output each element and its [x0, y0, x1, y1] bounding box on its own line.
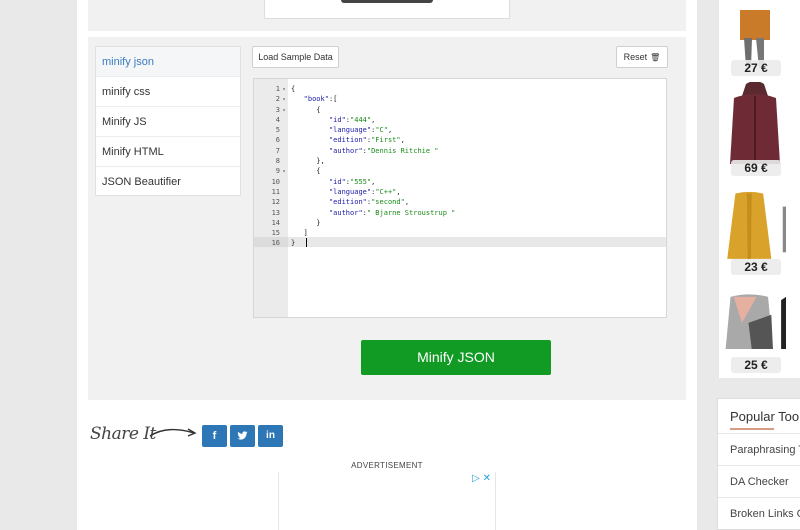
code-text: }: [291, 218, 321, 227]
top-ad-button[interactable]: [341, 0, 433, 3]
popular-tool-paraphrasing[interactable]: Paraphrasing Tool: [718, 433, 800, 465]
code-line: 7 "author":"Dennis Ritchie ": [254, 146, 439, 156]
menu-item-minify-css[interactable]: minify css: [96, 77, 240, 107]
editor-code: 1 ▾{2 ▾ "book":[3 ▾ {4 "id":"444", 5 "langua…: [254, 84, 456, 249]
popular-tools-title: Popular Tools: [730, 409, 800, 424]
facebook-share-button[interactable]: f: [202, 425, 227, 447]
code-text: "author":" Bjarne Stroustrup ": [328, 208, 456, 217]
advertisement-label: ADVERTISEMENT: [351, 461, 423, 470]
json-editor[interactable]: 1 ▾{2 ▾ "book":[3 ▾ {4 "id":"444", 5 "langua…: [253, 78, 667, 318]
product-price: 27 €: [731, 60, 781, 76]
code-line: 5 "language":"C",: [254, 125, 392, 135]
trash-icon: 🗑: [650, 53, 661, 62]
active-line-highlight: [254, 237, 666, 247]
product-image-jacket-brown[interactable]: [724, 0, 786, 90]
popular-tool-broken-links[interactable]: Broken Links Checker: [718, 497, 800, 529]
line-number: 9: [275, 167, 280, 176]
code-text: }: [291, 239, 296, 248]
code-text: ]: [291, 229, 308, 238]
code-line: 16}: [254, 238, 296, 248]
line-number: 16: [271, 239, 280, 248]
line-number: 5: [275, 126, 280, 135]
tool-menu: minify json minify css Minify JS Minify …: [95, 46, 241, 196]
adchoices-icon[interactable]: ▷ ✕: [472, 473, 491, 484]
menu-item-minify-js[interactable]: Minify JS: [96, 107, 240, 137]
minify-json-label: Minify JSON: [417, 349, 495, 365]
menu-item-minify-html[interactable]: Minify HTML: [96, 137, 240, 167]
code-text: {: [291, 167, 321, 176]
code-line: 10 "id":"555",: [254, 177, 376, 187]
code-line: 13 "author":" Bjarne Stroustrup ": [254, 208, 456, 218]
code-line: 12 "edition":"second",: [254, 197, 409, 207]
line-number: 13: [271, 208, 280, 217]
reset-button[interactable]: Reset 🗑: [616, 46, 668, 68]
code-line: 4 "id":"444",: [254, 115, 376, 125]
code-text: "language":"C++",: [328, 187, 401, 196]
text-cursor: [306, 238, 307, 247]
line-number: 4: [275, 115, 280, 124]
facebook-icon: f: [212, 430, 217, 442]
linkedin-icon: in: [266, 430, 275, 441]
code-text: "id":"555",: [328, 177, 376, 186]
product-price: 23 €: [731, 259, 781, 275]
code-line: 14 }: [254, 218, 321, 228]
line-number: 7: [275, 146, 280, 155]
line-number: 2: [275, 95, 280, 104]
code-line: 6 "edition":"First",: [254, 135, 405, 145]
line-number: 12: [271, 198, 280, 207]
code-line: 2 ▾ "book":[: [254, 94, 338, 104]
linkedin-share-button[interactable]: in: [258, 425, 283, 447]
twitter-icon: [237, 431, 248, 440]
code-text: },: [291, 157, 325, 166]
code-text: "author":"Dennis Ritchie ": [328, 146, 439, 155]
code-text: "language":"C",: [328, 126, 393, 135]
line-number: 8: [275, 157, 280, 166]
code-line: 15 ]: [254, 228, 308, 238]
minify-json-button[interactable]: Minify JSON: [361, 340, 551, 375]
share-arrow-icon: [149, 428, 197, 437]
menu-item-minify-json[interactable]: minify json: [96, 47, 240, 77]
code-text: {: [291, 85, 296, 93]
code-line: 8 },: [254, 156, 325, 166]
share-it-label: Share It: [90, 424, 156, 444]
load-sample-data-button[interactable]: Load Sample Data: [252, 46, 339, 68]
code-text: "id":"444",: [328, 115, 376, 124]
code-text: "book":[: [303, 95, 338, 104]
line-number: 14: [271, 218, 280, 227]
line-number: 3: [275, 105, 280, 114]
popular-tools-panel: Popular Tools Paraphrasing Tool DA Check…: [717, 398, 800, 530]
product-price: 25 €: [731, 357, 781, 373]
code-line: 1 ▾{: [254, 84, 295, 94]
reset-label: Reset: [623, 52, 648, 62]
code-line: 11 "language":"C++",: [254, 187, 401, 197]
code-text: "edition":"First",: [328, 136, 405, 145]
popular-tools-underline: [730, 428, 774, 430]
line-number: 1: [275, 85, 280, 93]
product-price: 69 €: [731, 160, 781, 176]
product-image-parka-burgundy[interactable]: [724, 82, 786, 172]
advertisement-frame[interactable]: ▷ ✕: [278, 472, 496, 530]
menu-item-json-beautifier[interactable]: JSON Beautifier: [96, 167, 240, 197]
load-sample-data-label: Load Sample Data: [258, 52, 333, 62]
popular-tool-da-checker[interactable]: DA Checker: [718, 465, 800, 497]
twitter-share-button[interactable]: [230, 425, 255, 447]
code-line: 9 ▾ {: [254, 166, 321, 176]
line-number: 10: [271, 177, 280, 186]
code-line: 3 ▾ {: [254, 105, 321, 115]
line-number: 15: [271, 229, 280, 238]
code-text: {: [291, 105, 321, 114]
line-number: 6: [275, 136, 280, 145]
line-number: 11: [271, 187, 280, 196]
code-text: "edition":"second",: [328, 198, 410, 207]
